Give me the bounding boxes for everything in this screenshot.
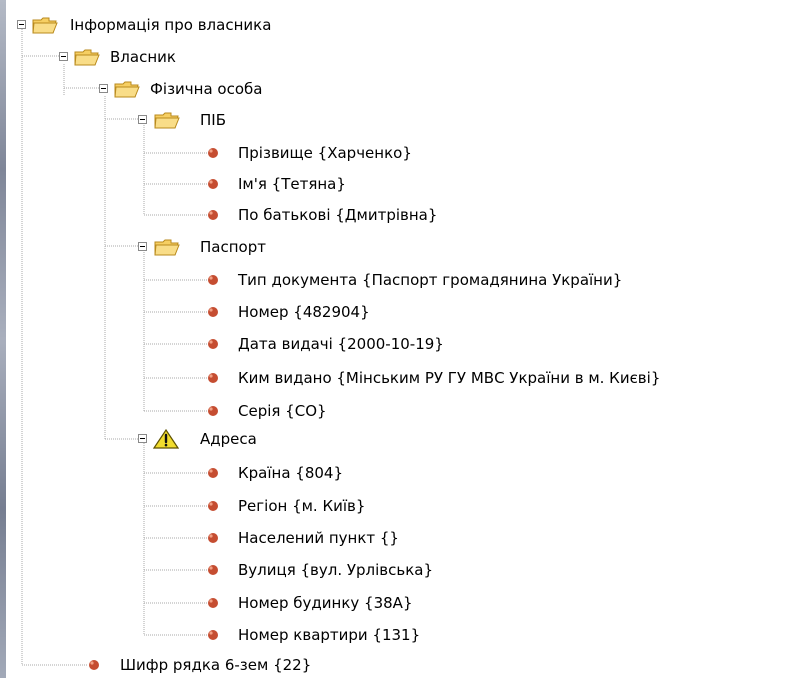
tree-node-label: Паспорт bbox=[200, 238, 266, 256]
collapse-toggle-icon[interactable] bbox=[59, 52, 68, 61]
tree-node-pib[interactable]: ПІБ bbox=[6, 105, 306, 135]
tree-node-owner-info[interactable]: Інформація про власника bbox=[6, 10, 366, 40]
red-bullet-icon bbox=[208, 210, 218, 220]
red-bullet-icon bbox=[208, 630, 218, 640]
red-bullet-icon bbox=[208, 339, 218, 349]
open-folder-icon bbox=[154, 112, 180, 129]
tree-leaf-label: Населений пункт {} bbox=[238, 529, 399, 547]
tree-leaf-surname[interactable]: Прізвище {Харченко} bbox=[6, 138, 526, 168]
red-bullet-icon bbox=[208, 501, 218, 511]
tree-node-label: ПІБ bbox=[200, 111, 226, 129]
tree-leaf-apartment-number[interactable]: Номер квартири {131} bbox=[6, 620, 566, 650]
red-bullet-icon bbox=[208, 468, 218, 478]
tree-node-owner[interactable]: Власник bbox=[6, 42, 266, 72]
tree-node-passport[interactable]: Паспорт bbox=[6, 232, 326, 262]
tree-leaf-label: Дата видачі {2000-10-19} bbox=[238, 335, 444, 353]
tree-leaf-house-number[interactable]: Номер будинку {38А} bbox=[6, 588, 566, 618]
tree-leaf-label: Ким видано {Мінським РУ ГУ МВС України в… bbox=[238, 369, 661, 387]
tree-leaf-settlement[interactable]: Населений пункт {} bbox=[6, 523, 526, 553]
tree-leaf-document-type[interactable]: Тип документа {Паспорт громадянина Украї… bbox=[6, 265, 766, 295]
owner-information-tree[interactable]: Інформація про власника Власник Фізична … bbox=[6, 0, 794, 678]
tree-leaf-label: По батькові {Дмитрівна} bbox=[238, 206, 438, 224]
tree-leaf-label: Ім'я {Тетяна} bbox=[238, 175, 346, 193]
tree-leaf-issue-date[interactable]: Дата видачі {2000-10-19} bbox=[6, 329, 566, 359]
red-bullet-icon bbox=[208, 275, 218, 285]
tree-node-label: Власник bbox=[110, 48, 176, 66]
red-bullet-icon bbox=[208, 565, 218, 575]
tree-leaf-label: Прізвище {Харченко} bbox=[238, 144, 412, 162]
warning-icon bbox=[153, 429, 179, 449]
tree-leaf-label: Номер будинку {38А} bbox=[238, 594, 413, 612]
collapse-toggle-icon[interactable] bbox=[99, 84, 108, 93]
red-bullet-icon bbox=[208, 307, 218, 317]
tree-node-label: Адреса bbox=[200, 430, 257, 448]
red-bullet-icon bbox=[208, 373, 218, 383]
open-folder-icon bbox=[114, 81, 140, 98]
red-bullet-icon bbox=[89, 660, 99, 670]
tree-leaf-label: Вулиця {вул. Урлівська} bbox=[238, 561, 434, 579]
red-bullet-icon bbox=[208, 148, 218, 158]
tree-node-label: Фізична особа bbox=[150, 80, 263, 98]
tree-leaf-street[interactable]: Вулиця {вул. Урлівська} bbox=[6, 555, 566, 585]
tree-leaf-series[interactable]: Серія {СО} bbox=[6, 396, 526, 426]
tree-leaf-label: Шифр рядка 6-зем {22} bbox=[120, 656, 312, 674]
tree-leaf-country[interactable]: Країна {804} bbox=[6, 458, 526, 488]
tree-leaf-region[interactable]: Регіон {м. Київ} bbox=[6, 491, 526, 521]
tree-leaf-patronymic[interactable]: По батькові {Дмитрівна} bbox=[6, 200, 566, 230]
tree-leaf-label: Країна {804} bbox=[238, 464, 344, 482]
red-bullet-icon bbox=[208, 406, 218, 416]
open-folder-icon bbox=[154, 239, 180, 256]
tree-node-individual[interactable]: Фізична особа bbox=[6, 74, 326, 104]
collapse-toggle-icon[interactable] bbox=[138, 242, 147, 251]
red-bullet-icon bbox=[208, 598, 218, 608]
collapse-toggle-icon[interactable] bbox=[138, 115, 147, 124]
collapse-toggle-icon[interactable] bbox=[17, 20, 26, 29]
tree-leaf-label: Тип документа {Паспорт громадянина Украї… bbox=[238, 271, 623, 289]
tree-leaf-label: Номер {482904} bbox=[238, 303, 370, 321]
collapse-toggle-icon[interactable] bbox=[138, 434, 147, 443]
tree-leaf-label: Регіон {м. Київ} bbox=[238, 497, 366, 515]
red-bullet-icon bbox=[208, 179, 218, 189]
tree-leaf-passport-number[interactable]: Номер {482904} bbox=[6, 297, 526, 327]
tree-leaf-row-code[interactable]: Шифр рядка 6-зем {22} bbox=[6, 650, 526, 678]
tree-leaf-first-name[interactable]: Ім'я {Тетяна} bbox=[6, 169, 526, 199]
open-folder-icon bbox=[74, 49, 100, 66]
red-bullet-icon bbox=[208, 533, 218, 543]
tree-node-address[interactable]: Адреса bbox=[6, 424, 326, 454]
tree-leaf-label: Номер квартири {131} bbox=[238, 626, 421, 644]
tree-node-label: Інформація про власника bbox=[70, 16, 272, 34]
tree-leaf-issued-by[interactable]: Ким видано {Мінським РУ ГУ МВС України в… bbox=[6, 363, 794, 393]
tree-leaf-label: Серія {СО} bbox=[238, 402, 327, 420]
open-folder-icon bbox=[32, 17, 58, 34]
